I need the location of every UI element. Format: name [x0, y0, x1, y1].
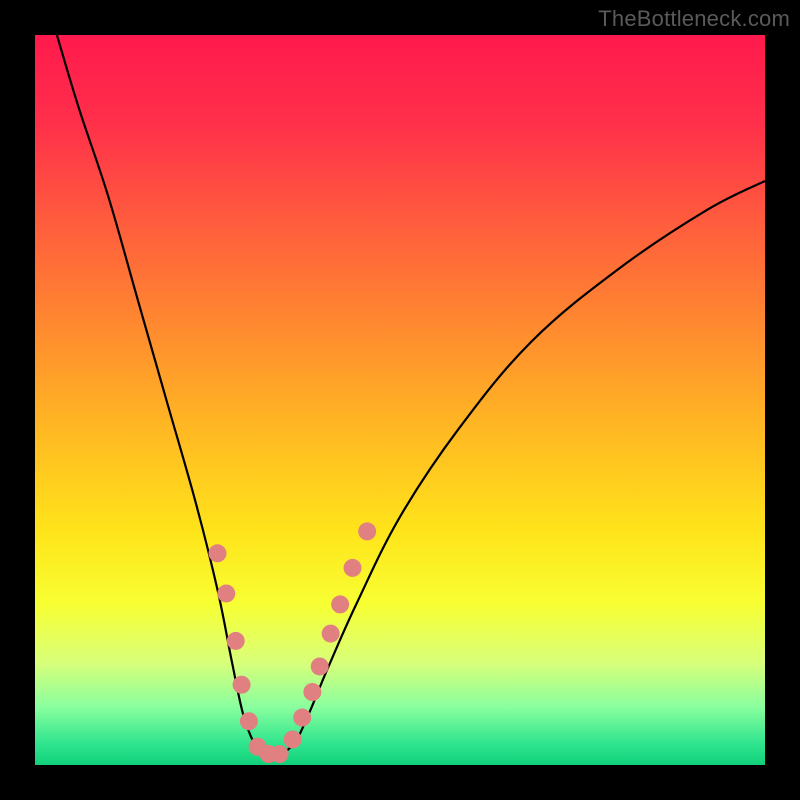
- curve-marker: [303, 683, 321, 701]
- curve-marker: [322, 625, 340, 643]
- curve-marker: [284, 730, 302, 748]
- curve-marker: [331, 595, 349, 613]
- curve-marker: [233, 676, 251, 694]
- curve-marker: [293, 709, 311, 727]
- curve-marker: [240, 712, 258, 730]
- curve-marker: [344, 559, 362, 577]
- curve-marker: [227, 632, 245, 650]
- plot-svg: [35, 35, 765, 765]
- gradient-background: [35, 35, 765, 765]
- watermark-text: TheBottleneck.com: [598, 6, 790, 32]
- curve-marker: [358, 522, 376, 540]
- curve-marker: [271, 745, 289, 763]
- chart-frame: TheBottleneck.com: [0, 0, 800, 800]
- curve-marker: [209, 544, 227, 562]
- curve-marker: [311, 657, 329, 675]
- curve-marker: [217, 584, 235, 602]
- plot-area: [35, 35, 765, 765]
